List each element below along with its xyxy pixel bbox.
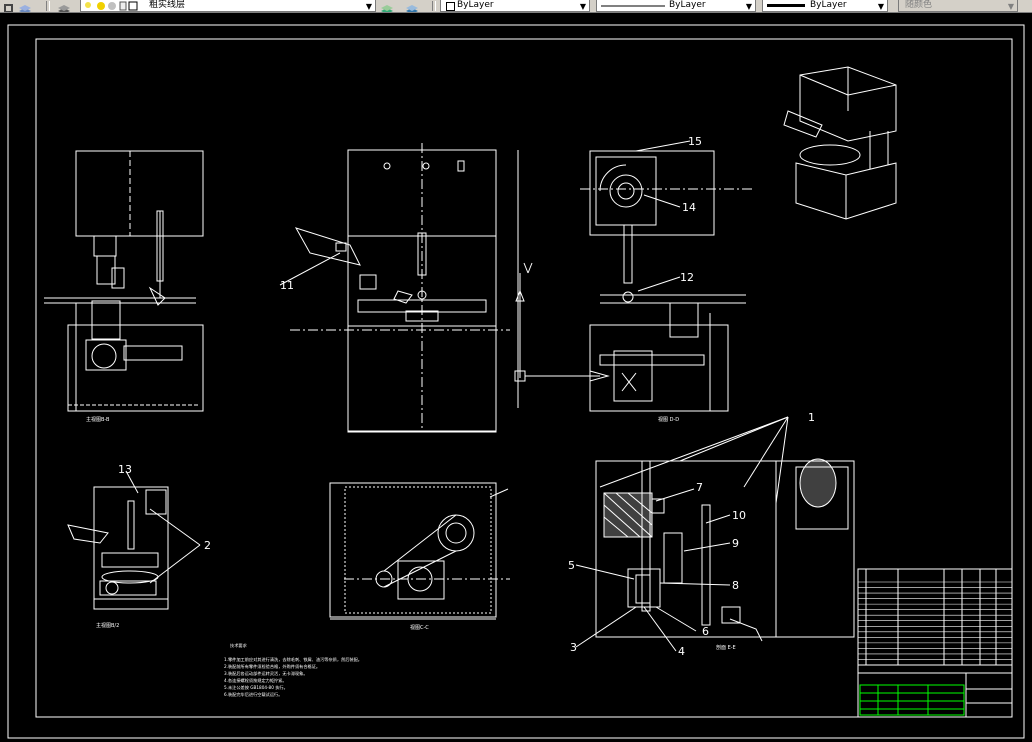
center-plan-view [329,482,510,620]
right-front-view [580,150,752,412]
callout-9: 9 [732,537,739,550]
view-label-right-front: 视图 D-D [658,416,679,423]
drawing-canvas[interactable]: 11 15 14 12 1 13 2 7 10 9 8 5 3 4 6 主视图B… [0,13,1032,742]
callout-11: 11 [280,279,294,292]
callout-1: 1 [808,411,815,424]
callout-7: 7 [696,481,703,494]
chevron-down-icon[interactable]: ▼ [878,1,884,11]
callout-15: 15 [688,135,702,148]
plotstyle-combo-value: 随颜色 [905,0,933,10]
bottom-left-view [67,486,169,610]
chevron-down-icon[interactable]: ▼ [580,1,586,11]
sun-icon [85,2,91,8]
callout-13: 13 [118,463,132,476]
linetype-combo-value: ByLayer [669,0,706,10]
isometric-view [783,66,897,220]
callout-10: 10 [732,509,746,522]
color-swatch-icon [446,2,455,11]
lineweight-combo-value: ByLayer [810,0,847,10]
view-label-right-section: 剖面 E-E [716,644,736,651]
tech-requirement-line: 4.各连接螺栓须按规定力矩拧紧。 [224,677,287,684]
chevron-down-icon[interactable]: ▼ [366,1,372,11]
callout-12: 12 [680,271,694,284]
lineweight-sample-icon [767,4,805,7]
callout-2: 2 [204,539,211,552]
callout-14: 14 [682,201,696,214]
color-combo-value: ByLayer [457,0,494,10]
color-square-icon [128,1,138,11]
title-block-rows [858,581,1012,666]
view-label-bottom-left: 主视图B/2 [96,622,119,629]
tech-requirements-title: 技术要求 [230,642,248,649]
callout-4: 4 [678,645,685,658]
properties-toolbar: 粗实线层 ▼ ByLayer ▼ ByLayer ▼ ByLayer ▼ 随颜色… [0,0,1032,13]
sun-icon [97,2,105,10]
callout-6: 6 [702,625,709,638]
leader-lines [125,140,789,652]
right-section-view [595,458,855,642]
linetype-combo[interactable]: ByLayer ▼ [596,0,756,12]
title-block-green [859,684,965,716]
tech-requirement-line: 3.装配后各运动部件运转灵活，无卡滞现象。 [224,670,308,677]
callout-8: 8 [732,579,739,592]
layer-combo-value: 粗实线层 [149,0,186,10]
section-arrow [514,262,610,382]
view-label-center-plan: 视图C-C [410,624,429,631]
tech-requirement-line: 5.未注公差按 GB1804-80 执行。 [224,684,288,691]
make-current-layer-icon[interactable] [380,0,394,12]
chevron-down-icon[interactable]: ▼ [746,1,752,11]
chevron-down-icon[interactable]: ▼ [1008,1,1014,11]
linetype-sample-icon [601,5,665,7]
tech-requirement-line: 1.零件加工前应对其进行清洗，去除毛刺、铁屑、油污等杂质，然后装配。 [224,656,362,663]
callout-5: 5 [568,559,575,572]
layer-manager-icon[interactable] [18,0,32,12]
plotstyle-combo[interactable]: 随颜色 ▼ [898,0,1018,12]
center-view [290,143,519,433]
toolbar-separator [46,1,50,11]
lock-icon [108,2,116,10]
toolbar-separator [432,1,436,11]
color-combo[interactable]: ByLayer ▼ [440,0,590,12]
layers-icon[interactable] [57,0,71,12]
tech-requirement-line: 2.装配前所有零件须检验合格，外购件须有合格证。 [224,663,320,670]
match-properties-icon[interactable] [2,0,16,12]
lock-icon [119,1,127,11]
lineweight-combo[interactable]: ByLayer ▼ [762,0,888,12]
callout-3: 3 [570,641,577,654]
layer-previous-icon[interactable] [405,0,419,12]
view-label-left: 主视图B-B [86,416,110,423]
layer-combo[interactable]: 粗实线层 ▼ [80,0,376,12]
tech-requirements: 技术要求 1.零件加工前应对其进行清洗，去除毛刺、铁屑、油污等杂质，然后装配。 … [224,642,362,698]
tech-requirement-line: 6.装配完毕后进行空载试运行。 [224,691,282,698]
left-view [44,150,204,412]
